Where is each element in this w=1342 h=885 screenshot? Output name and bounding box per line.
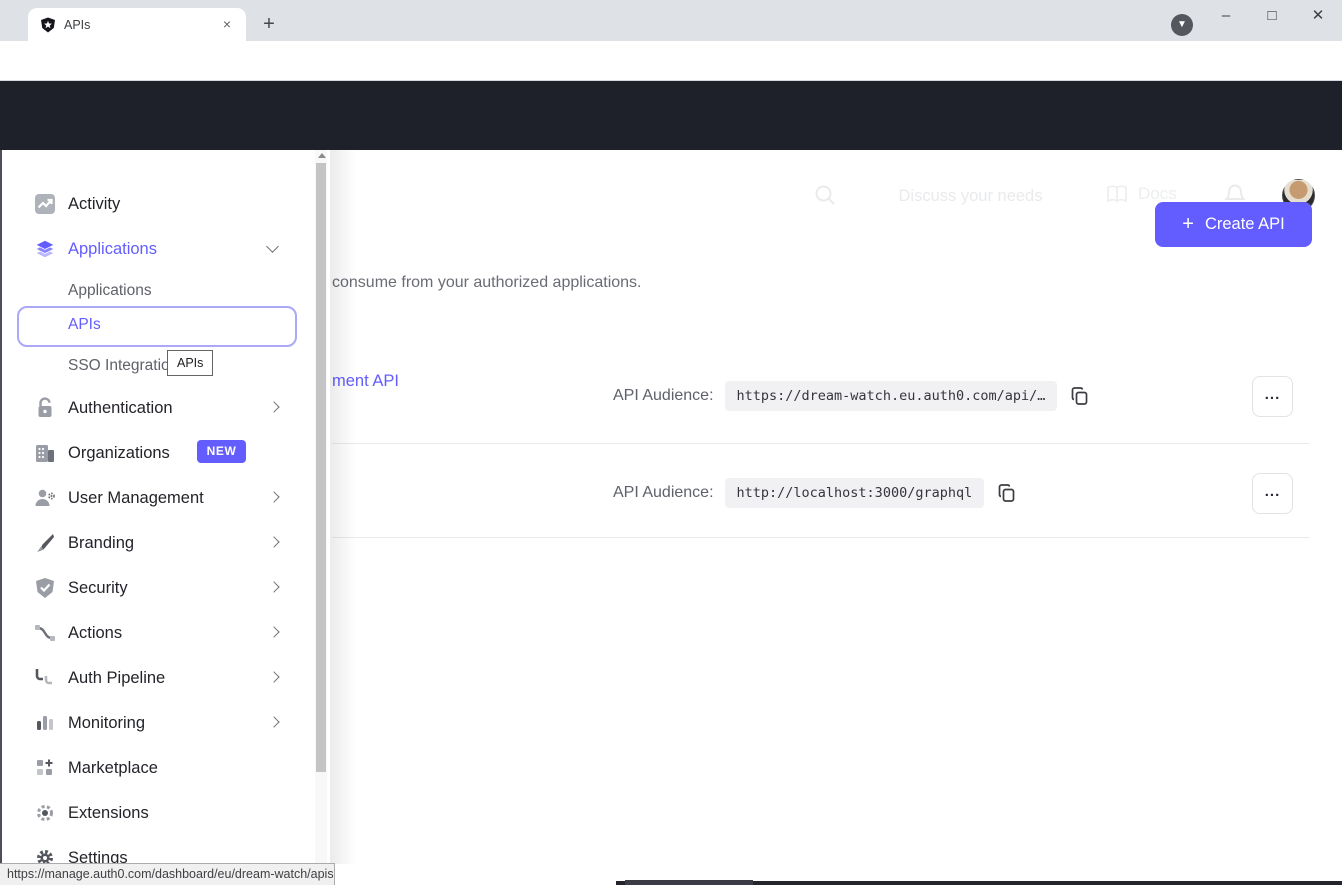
divider [332,537,1310,538]
building-icon [34,442,56,464]
copy-icon[interactable] [995,481,1019,505]
extensions-chip-icon [34,802,56,824]
paintbrush-icon [34,532,56,554]
chevron-right-icon [268,536,279,547]
search-icon[interactable] [814,184,836,206]
sidebar-item-monitoring[interactable]: Monitoring [0,708,315,738]
bottom-cutoff-text [625,880,753,885]
sidebar-subitem-sso-integrations[interactable]: SSO Integrations [0,351,315,381]
browser-window: APIs × + ▼ – □ ✕ ← → ⟳ manage.auth0.com/… [0,0,1342,885]
docs-label: Docs [1138,184,1177,204]
divider [332,443,1310,444]
bar-chart-icon [34,712,56,734]
auth0-topnav: dream-watch Discuss your needs Docs [0,81,1342,150]
close-button[interactable]: ✕ [1308,6,1328,26]
shield-check-icon [34,577,56,599]
chevron-right-icon [268,581,279,592]
new-tab-button[interactable]: + [258,14,280,36]
scroll-up-arrow-icon[interactable] [318,153,326,158]
discuss-your-needs-button[interactable]: Discuss your needs [868,174,1073,218]
sidebar-subitem-apis-selected[interactable] [17,306,297,347]
sidebar-item-actions[interactable]: Actions [0,618,315,648]
sidebar-item-authentication[interactable]: Authentication [0,393,315,423]
sidebar-subitem-applications[interactable]: Applications [0,276,315,306]
media-controls-icon[interactable]: ▼ [1171,14,1193,36]
api-audience-value[interactable]: http://localhost:3000/graphql [725,478,985,508]
chevron-right-icon [268,716,279,727]
status-bar-link-preview: https://manage.auth0.com/dashboard/eu/dr… [0,863,335,885]
api-more-button[interactable]: ... [1252,473,1293,514]
activity-icon [34,193,56,215]
user-gear-icon [34,487,56,509]
create-api-label: Create API [1205,215,1285,234]
sidebar-subitem-apis-label[interactable]: APIs [68,316,101,334]
lock-icon [34,397,56,419]
tab-strip: APIs × + ▼ – □ ✕ [0,0,1342,41]
copy-icon[interactable] [1068,384,1092,408]
sidebar-item-applications[interactable]: Applications [0,234,315,264]
api-audience-row: API Audience: http://localhost:3000/grap… [613,478,1019,508]
sidebar-item-extensions[interactable]: Extensions [0,798,315,828]
sidebar-item-security[interactable]: Security [0,573,315,603]
page-subtitle: consume from your authorized application… [332,274,642,292]
marketplace-grid-icon [34,757,56,779]
maximize-button[interactable]: □ [1262,6,1282,26]
chevron-right-icon [268,671,279,682]
book-icon [1105,183,1129,205]
browser-toolbar: ← → ⟳ manage.auth0.com/dashboard/eu/drea… [0,41,1342,81]
minimize-button[interactable]: – [1216,6,1236,26]
api-audience-label: API Audience: [613,484,714,502]
chevron-right-icon [268,401,279,412]
sidebar-item-activity[interactable]: Activity [0,189,315,219]
tab-title: APIs [64,18,218,32]
flow-icon [34,622,56,644]
sidebar-scrollbar-thumb[interactable] [316,163,326,772]
sidebar-item-marketplace[interactable]: Marketplace [0,753,315,783]
chevron-down-icon [266,240,279,253]
api-more-button[interactable]: ... [1252,376,1293,417]
sidebar-item-user-management[interactable]: User Management [0,483,315,513]
api-audience-row: API Audience: https://dream-watch.eu.aut… [613,381,1092,411]
auth0-favicon [40,17,56,33]
tab-close-icon[interactable]: × [218,16,236,34]
sidebar-item-auth-pipeline[interactable]: Auth Pipeline [0,663,315,693]
apis-tooltip: APIs [167,350,213,376]
sidebar-item-branding[interactable]: Branding [0,528,315,558]
new-badge: NEW [197,440,246,463]
applications-layers-icon [34,238,56,260]
plus-icon: + [1182,213,1194,236]
create-api-button[interactable]: + Create API [1155,202,1312,247]
api-audience-value[interactable]: https://dream-watch.eu.auth0.com/api/… [725,381,1058,411]
api-audience-label: API Audience: [613,387,714,405]
sidebar-item-organizations[interactable]: Organizations [0,438,315,468]
pipeline-icon [34,667,56,689]
chevron-right-icon [268,491,279,502]
chevron-right-icon [268,626,279,637]
tab-apis[interactable]: APIs × [28,8,246,41]
sidebar-shadow [330,150,356,864]
